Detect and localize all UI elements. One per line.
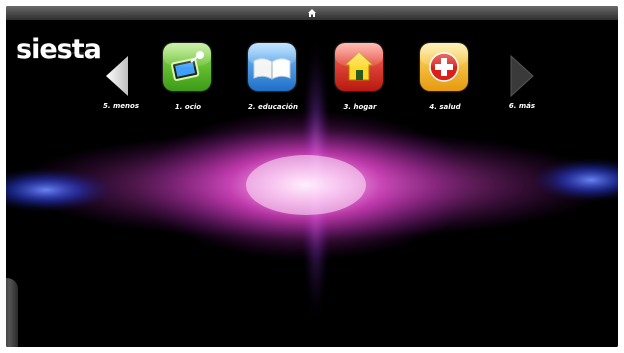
- next-label[interactable]: 6. más: [492, 102, 552, 110]
- main-stage: siesta siesta 5. menos 6. más 1. ocio 2.…: [6, 20, 618, 347]
- side-scroll-handle[interactable]: [6, 278, 18, 347]
- arrow-left-icon[interactable]: [104, 54, 130, 98]
- arrow-right-icon[interactable]: [509, 54, 535, 98]
- siesta-logo: siesta siesta: [16, 34, 102, 65]
- menu-item-ocio[interactable]: 1. ocio: [156, 43, 220, 113]
- menu-item-educacion[interactable]: 2. educación: [241, 43, 305, 113]
- top-bar: [6, 6, 618, 20]
- app-window: siesta siesta 5. menos 6. más 1. ocio 2.…: [6, 6, 618, 347]
- home-icon[interactable]: [307, 8, 317, 18]
- menu-item-label: 4. salud: [429, 103, 461, 111]
- menu-item-hogar[interactable]: 3. hogar: [328, 43, 392, 113]
- menu-item-salud[interactable]: 4. salud: [413, 43, 477, 113]
